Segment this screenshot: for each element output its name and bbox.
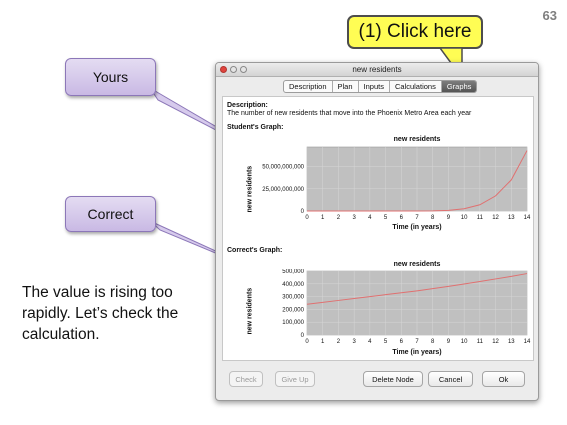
y-tick-label: 200,000 — [282, 307, 304, 313]
x-tick-label: 5 — [384, 339, 388, 345]
x-tick-label: 2 — [337, 215, 341, 221]
y-tick-label: 25,000,000,000 — [262, 187, 304, 193]
x-tick-label: 7 — [415, 339, 419, 345]
y-tick-label: 400,000 — [282, 282, 304, 288]
click-here-callout: (1) Click here — [347, 15, 483, 49]
give-up-button[interactable]: Give Up — [275, 371, 315, 387]
x-tick-label: 9 — [447, 339, 451, 345]
tab-description[interactable]: Description — [284, 81, 333, 92]
x-tick-label: 0 — [305, 215, 309, 221]
tab-plan[interactable]: Plan — [333, 81, 359, 92]
cancel-button[interactable]: Cancel — [428, 371, 473, 387]
close-window-icon[interactable] — [220, 66, 227, 73]
x-tick-label: 4 — [368, 215, 372, 221]
x-tick-label: 10 — [461, 215, 468, 221]
y-tick-label: 0 — [301, 209, 305, 215]
node-editor-window: new residents Description Plan Inputs Ca… — [215, 62, 539, 401]
x-tick-label: 4 — [368, 339, 372, 345]
x-tick-label: 10 — [461, 339, 468, 345]
x-tick-label: 2 — [337, 339, 341, 345]
tab-inputs[interactable]: Inputs — [359, 81, 390, 92]
slide-number: 63 — [542, 8, 557, 23]
y-tick-label: 50,000,000,000 — [262, 165, 304, 171]
x-tick-label: 8 — [431, 215, 435, 221]
x-tick-label: 13 — [508, 339, 515, 345]
correct-graph-title: new residents — [393, 261, 441, 268]
window-title: new residents — [352, 65, 402, 74]
y-tick-label: 500,000 — [282, 269, 304, 275]
x-tick-label: 13 — [508, 215, 515, 221]
x-tick-label: 5 — [384, 215, 388, 221]
x-tick-label: 8 — [431, 339, 435, 345]
description-text: The number of new residents that move in… — [227, 110, 472, 117]
x-tick-label: 14 — [524, 215, 531, 221]
correct-line-chart: 0 1 2 3 4 5 6 7 8 9 10 11 12 13 140100,000200,000300,0… — [282, 269, 531, 345]
x-tick-label: 1 — [321, 339, 325, 345]
tab-bar: Description Plan Inputs Calculations Gra… — [283, 80, 478, 93]
correct-graph-xlabel: Time (in years) — [392, 349, 442, 356]
tab-calculations[interactable]: Calculations — [390, 81, 442, 92]
delete-node-button[interactable]: Delete Node — [363, 371, 423, 387]
x-tick-label: 1 — [321, 215, 325, 221]
x-tick-label: 6 — [400, 215, 404, 221]
yours-callout: Yours — [65, 58, 156, 96]
minimize-window-icon[interactable] — [230, 66, 237, 73]
x-tick-label: 12 — [492, 339, 499, 345]
x-tick-label: 3 — [352, 339, 356, 345]
student-graph-title: new residents — [393, 136, 441, 143]
check-button[interactable]: Check — [229, 371, 263, 387]
x-tick-label: 7 — [415, 215, 419, 221]
zoom-window-icon[interactable] — [240, 66, 247, 73]
graphs-panel[interactable]: Description: The number of new residents… — [222, 96, 534, 361]
x-tick-label: 9 — [447, 215, 451, 221]
student-line-chart: 0 1 2 3 4 5 6 7 8 9 10 11 12 13 14025,000,000,00050,00… — [262, 146, 531, 221]
y-tick-label: 300,000 — [282, 295, 304, 301]
x-tick-label: 12 — [492, 215, 499, 221]
student-graph-xlabel: Time (in years) — [392, 224, 442, 231]
x-tick-label: 11 — [477, 215, 484, 221]
explanation-text: The value is rising too rapidly. Let’s c… — [22, 284, 179, 343]
student-graph-label: Student's Graph: — [227, 124, 284, 131]
x-tick-label: 6 — [400, 339, 404, 345]
y-tick-label: 0 — [301, 333, 305, 339]
window-controls — [220, 66, 247, 73]
x-tick-label: 0 — [305, 339, 309, 345]
description-label: Description: — [227, 102, 268, 109]
window-titlebar: new residents — [216, 63, 538, 77]
tab-graphs[interactable]: Graphs — [441, 81, 477, 92]
y-tick-label: 100,000 — [282, 320, 304, 326]
x-tick-label: 11 — [477, 339, 484, 345]
x-tick-label: 3 — [352, 215, 356, 221]
x-tick-label: 14 — [524, 339, 531, 345]
correct-callout: Correct — [65, 196, 156, 232]
correct-graph-label: Correct's Graph: — [227, 247, 283, 254]
ok-button[interactable]: Ok — [482, 371, 525, 387]
